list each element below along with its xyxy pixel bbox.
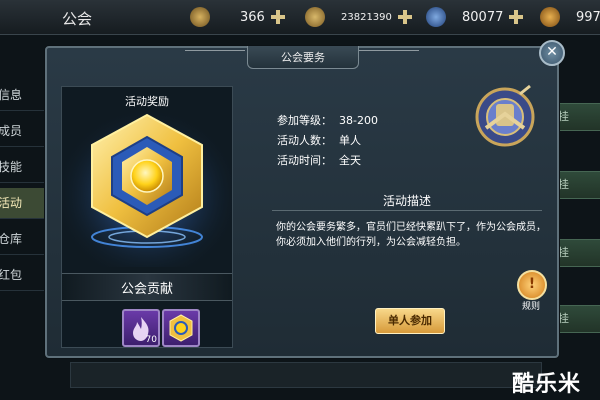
reward-name-bar: 公会贡献: [62, 273, 232, 301]
add-resource-button[interactable]: [396, 8, 414, 26]
rules-label: 规则: [521, 302, 540, 312]
dialog-title-plate: 公会要务: [247, 46, 359, 69]
description-title: 活动描述: [382, 194, 431, 208]
sidebar-item-activities[interactable]: 活动: [0, 188, 48, 219]
background-button[interactable]: 挂: [555, 171, 600, 199]
guild-emblem-icon: [475, 84, 535, 147]
info-value: 单人: [339, 134, 361, 147]
info-value: 全天: [339, 154, 361, 167]
title-ornament: [185, 50, 245, 57]
background-button[interactable]: 挂: [555, 239, 600, 267]
info-value: 38-200: [339, 114, 378, 127]
info-label: 参加等级：: [277, 114, 332, 127]
description-text: 你的公会要务繁多，官员们已经快累趴下了，作为公会成员，你必须加入他们的行列，为公…: [276, 222, 546, 248]
item-count: 70: [145, 335, 157, 345]
watermark: 酷乐米: [512, 372, 582, 397]
sidebar-item-skills[interactable]: 技能: [0, 152, 48, 183]
info-label: 活动时间：: [277, 154, 332, 167]
resource-1: 366: [190, 6, 287, 28]
guild-title: 公会: [62, 10, 93, 28]
reward-item-slot[interactable]: [162, 309, 200, 347]
sidebar-item-members[interactable]: 成员: [0, 116, 48, 147]
reward-name: 公会贡献: [120, 282, 173, 297]
reward-item-slot[interactable]: 70: [122, 309, 160, 347]
sidebar-item-red-packet[interactable]: 红包: [0, 260, 48, 291]
sidebar-item-warehouse[interactable]: 仓库: [0, 224, 48, 255]
info-row-level: 参加等级： 38-200: [277, 112, 378, 128]
resource-value: 997: [576, 9, 600, 25]
rules-icon: !: [517, 270, 547, 300]
title-ornament: [359, 50, 419, 57]
guild-contribution-icon: [62, 107, 232, 267]
top-bar: 公会 366 23821390 80077 997: [0, 0, 600, 35]
info-row-players: 活动人数： 单人: [277, 132, 361, 148]
resource-2: 23821390: [305, 6, 414, 28]
sidebar-item-info[interactable]: 信息: [0, 80, 48, 111]
reward-panel: 活动奖励 公会贡献 70: [61, 86, 233, 348]
add-resource-button[interactable]: [507, 8, 525, 26]
background-button[interactable]: 挂: [555, 103, 600, 131]
description-title-bar: 活动描述: [272, 190, 542, 211]
resource-value: 23821390: [341, 11, 392, 23]
resource-4: 997: [540, 6, 600, 28]
resource-value: 80077: [462, 9, 504, 25]
background-button[interactable]: 挂: [555, 305, 600, 333]
guild-task-dialog: 公会要务 ✕ 活动奖励 公会贡献 70 参加等级： 38-200 活动人数： 单…: [45, 40, 565, 358]
guild-sidebar: 信息 成员 技能 活动 仓库 红包: [0, 60, 48, 390]
close-button[interactable]: ✕: [539, 40, 565, 66]
add-resource-button[interactable]: [269, 8, 287, 26]
info-label: 活动人数：: [277, 134, 332, 147]
resource-value: 366: [240, 9, 265, 25]
join-solo-button[interactable]: 单人参加: [375, 308, 445, 334]
info-row-time: 活动时间： 全天: [277, 152, 361, 168]
background-bottom-strip: [70, 362, 542, 388]
gold-icon: [305, 7, 325, 27]
dialog-title: 公会要务: [281, 51, 325, 64]
emblem-icon: [169, 314, 193, 342]
contribution-icon: [540, 7, 560, 27]
resource-3: 80077: [426, 6, 525, 28]
coin-icon: [190, 7, 210, 27]
rules-button[interactable]: ! 规则: [515, 270, 547, 312]
gem-icon: [426, 7, 446, 27]
